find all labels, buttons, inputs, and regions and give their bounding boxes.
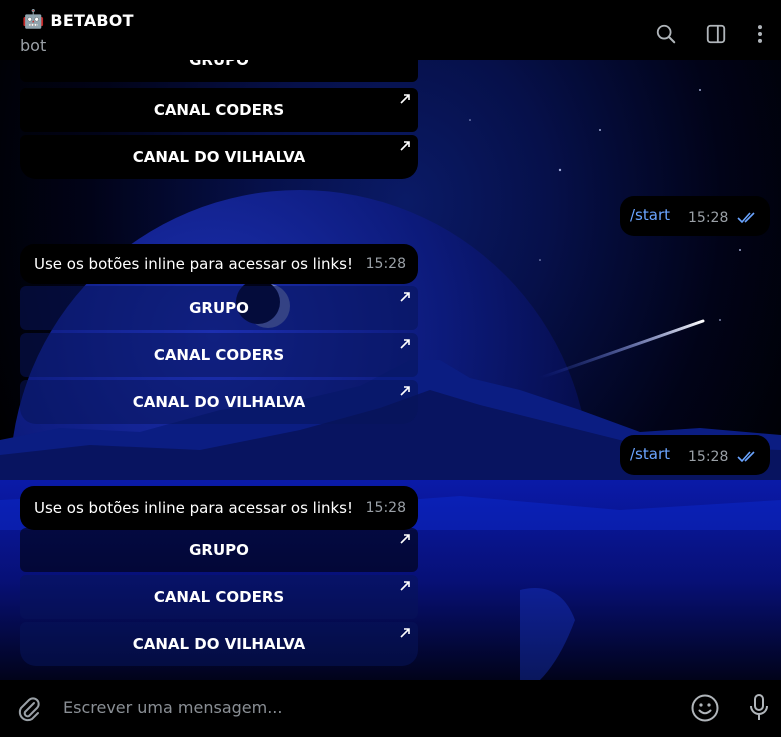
external-link-arrow-icon [400,628,410,638]
external-link-arrow-icon [400,141,410,151]
inline-button-canal-vilhalva-top[interactable]: CANAL DO VILHALVA [20,135,418,179]
message-text: Use os botões inline para acessar os lin… [34,255,354,273]
message-time: 15:28 [365,500,406,516]
mic-icon[interactable] [748,693,770,723]
external-link-arrow-icon [400,534,410,544]
command-link[interactable]: /start [630,445,670,463]
external-link-arrow-icon [400,339,410,349]
external-link-arrow-icon [400,581,410,591]
inline-button-canal-coders[interactable]: CANAL CODERS [20,575,418,619]
message-text: Use os botões inline para acessar os lin… [34,499,354,517]
telegram-chat-window: 🤖 BETABOT bot GRUPO CANAL CODERS CANAL D… [0,0,781,737]
sidebar-toggle-icon[interactable] [704,22,728,46]
robot-avatar-icon: 🤖 [22,9,45,30]
read-ticks-icon [737,451,755,462]
message-input[interactable]: Escrever uma mensagem... [63,698,282,717]
message-time: 15:28 [688,210,729,226]
inline-button-grupo[interactable]: GRUPO [20,286,418,330]
incoming-message[interactable]: Use os botões inline para acessar os lin… [20,244,418,284]
attach-icon[interactable] [16,695,42,723]
chat-history[interactable]: GRUPO CANAL CODERS CANAL DO VILHALVA /st… [0,60,781,680]
inline-button-label: CANAL CODERS [153,346,285,364]
message-time: 15:28 [688,449,729,465]
inline-button-grupo[interactable]: GRUPO [20,528,418,572]
inline-button-canal-vilhalva[interactable]: CANAL DO VILHALVA [20,380,418,424]
outgoing-message[interactable]: /start 15:28 [620,196,770,236]
chat-header: 🤖 BETABOT bot [0,0,781,60]
command-link[interactable]: /start [630,206,670,224]
chat-subtitle: bot [20,36,47,55]
inline-button-canal-coders[interactable]: CANAL CODERS [20,333,418,377]
inline-button-label: CANAL CODERS [153,101,285,119]
inline-button-canal-vilhalva[interactable]: CANAL DO VILHALVA [20,622,418,666]
search-icon[interactable] [654,22,678,46]
external-link-arrow-icon [400,292,410,302]
external-link-arrow-icon [400,386,410,396]
external-link-arrow-icon [400,94,410,104]
inline-button-label: CANAL DO VILHALVA [132,635,306,653]
inline-button-label: GRUPO [189,299,249,317]
message-composer: Escrever uma mensagem... [0,680,781,737]
chat-title[interactable]: BETABOT [50,11,133,30]
emoji-icon[interactable] [690,693,720,723]
chat-title-row[interactable]: 🤖 BETABOT [22,10,134,30]
inline-button-label: CANAL CODERS [153,588,285,606]
inline-button-label: CANAL DO VILHALVA [132,148,306,166]
read-ticks-icon [737,212,755,223]
incoming-message[interactable]: Use os botões inline para acessar os lin… [20,486,418,530]
inline-button-canal-coders-top[interactable]: CANAL CODERS [20,88,418,132]
inline-button-partial[interactable]: GRUPO [20,60,418,82]
inline-button-label: CANAL DO VILHALVA [132,393,306,411]
outgoing-message[interactable]: /start 15:28 [620,435,770,475]
inline-button-label: GRUPO [189,60,249,69]
message-time: 15:28 [365,256,406,272]
inline-button-label: GRUPO [189,541,249,559]
more-vert-icon[interactable] [748,22,772,46]
